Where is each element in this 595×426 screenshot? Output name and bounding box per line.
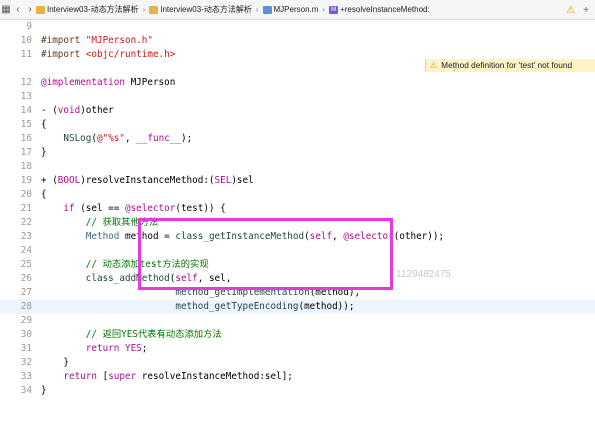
code-line: 20{ (20, 189, 47, 200)
warning-icon[interactable]: ⚠ (566, 5, 575, 16)
forward-button[interactable]: › (24, 0, 36, 20)
jump-bar: ▦ ‹ › Interview03-动态方法解析 › Interview03-动… (0, 0, 595, 20)
warning-triangle-icon: ⚠ (430, 61, 438, 70)
code-line: 9 (26, 21, 32, 32)
highlight-box (138, 218, 393, 290)
breadcrumb-separator: › (255, 5, 259, 14)
warning-annotation[interactable]: ⚠ Method definition for 'test' not found (425, 59, 595, 72)
folder-icon (36, 5, 45, 14)
breadcrumb-method[interactable]: M +resolveInstanceMethod: (329, 5, 430, 14)
add-editor-icon[interactable]: + (583, 5, 589, 16)
code-line: 34} (20, 385, 47, 396)
grid-icon[interactable]: ▦ (0, 0, 12, 20)
code-line: 32 } (20, 357, 69, 368)
breadcrumb-separator: › (142, 5, 146, 14)
back-button[interactable]: ‹ (12, 0, 24, 20)
code-line: 19 + (BOOL)resolveInstanceMethod:(SEL)sel (20, 175, 254, 186)
breadcrumb-group[interactable]: Interview03-动态方法解析 (149, 4, 252, 15)
code-line: 13 (20, 91, 32, 102)
watermark-text: 1129482475 (396, 269, 451, 280)
code-line: 16 NSLog(@"%s", __func__); (20, 133, 193, 144)
breadcrumb-method-label: +resolveInstanceMethod: (340, 5, 430, 14)
breadcrumb-group-label: Interview03-动态方法解析 (160, 5, 252, 14)
jump-bar-right: ⚠ + (566, 0, 589, 20)
code-line: 10 #import "MJPerson.h" (20, 35, 153, 46)
warning-text: Method definition for 'test' not found (441, 60, 573, 70)
method-icon: M (329, 5, 339, 14)
breadcrumb-file-label: MJPerson.m (273, 5, 319, 14)
code-line: 15{ (20, 119, 47, 130)
code-line: 18 (20, 161, 32, 172)
code-line: 29 (20, 315, 32, 326)
m-file-icon (262, 5, 272, 14)
code-line: 33 return [super resolveInstanceMethod:s… (20, 371, 293, 382)
breadcrumb-separator: › (322, 5, 326, 14)
breadcrumb-project[interactable]: Interview03-动态方法解析 (36, 4, 139, 15)
code-line: 31 return YES; (20, 343, 148, 354)
folder-icon (149, 5, 159, 14)
code-line: 30 // 返回YES代表有动态添加方法 (20, 329, 222, 340)
code-line: 17} (20, 147, 47, 158)
breadcrumb-file[interactable]: MJPerson.m (262, 5, 319, 14)
code-line: 12 @implementation MJPerson (20, 77, 176, 88)
current-code-line: 28 method_getTypeEncoding(method)); (0, 300, 595, 314)
breadcrumb-project-label: Interview03-动态方法解析 (47, 5, 139, 14)
code-line: 14- (void)other (20, 105, 114, 116)
code-line: 21 if (sel == @selector(test)) { (20, 203, 226, 214)
